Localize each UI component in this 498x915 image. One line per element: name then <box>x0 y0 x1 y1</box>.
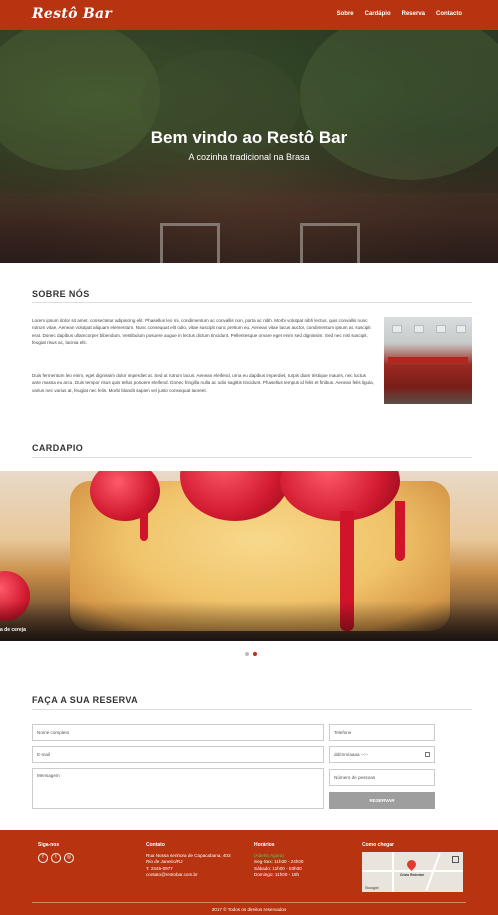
location-map[interactable]: Cristo Redentor Google <box>362 852 463 892</box>
slide-caption: a de cereja <box>0 627 26 633</box>
syrup-drip <box>140 511 148 541</box>
map-road <box>425 852 441 892</box>
hours-title: Horários <box>254 842 275 848</box>
nav-item-reserva[interactable]: Reserva <box>402 11 425 17</box>
map-pin-icon[interactable] <box>405 858 418 871</box>
carousel-shade <box>0 601 498 641</box>
message-field[interactable]: Mensagem <box>32 768 324 809</box>
carousel-dot[interactable] <box>245 652 249 656</box>
map-road <box>392 852 394 892</box>
syrup-drip <box>395 501 405 561</box>
menu-title: CARDAPIO <box>32 443 84 453</box>
footer-hours: Horários (Aberto Agora) Seg-Sex: 11h30 -… <box>254 842 303 879</box>
photo-window <box>392 325 402 333</box>
about-paragraph: Lorem ipsum dolor sit amet, consectetur … <box>32 318 371 346</box>
photo-window <box>436 325 446 333</box>
fullscreen-icon[interactable] <box>452 856 459 863</box>
hero-subtitle: A cozinha tradicional na Brasa <box>188 152 310 162</box>
twitter-icon[interactable]: t <box>51 852 61 863</box>
facebook-icon[interactable]: f <box>38 852 48 863</box>
about-paragraph: Duis fermentum leo enim, eget dignissim … <box>32 373 374 393</box>
name-field[interactable]: Nome completo <box>32 724 324 741</box>
hero-banner: Bem vindo ao Restô Bar A cozinha tradici… <box>0 30 498 263</box>
social-links: f t ◎ <box>38 852 74 863</box>
footer-social: Siga-nos f t ◎ <box>38 842 74 863</box>
carousel-indicators <box>245 652 257 656</box>
about-title: SOBRE NÓS <box>32 289 90 299</box>
map-logo: Google <box>365 885 379 890</box>
footer: Siga-nos f t ◎ Contato Rua Nossa senhora… <box>0 830 498 915</box>
divider <box>32 709 472 710</box>
restaurant-photo <box>384 317 472 404</box>
map-pin-label: Cristo Redentor <box>400 873 425 877</box>
nav-item-cardapio[interactable]: Cardápio <box>365 11 391 17</box>
photo-awning <box>388 357 468 363</box>
hero-title: Bem vindo ao Restô Bar <box>150 128 348 147</box>
carousel-dot-active[interactable] <box>253 652 257 656</box>
reserve-button[interactable]: RESERVAR <box>329 792 435 809</box>
footer-map-title: Como chegar <box>362 842 394 853</box>
footer-contact: Contato Rua Nossa senhora de Copacabana,… <box>146 842 231 879</box>
copyright: 2017 © Todos os direitos reservados <box>211 907 287 912</box>
divider <box>32 302 472 303</box>
navbar: Restô Bar Sobre Cardápio Reserva Contact… <box>0 0 498 30</box>
social-title: Siga-nos <box>38 842 60 848</box>
brand-logo[interactable]: Restô Bar <box>32 6 112 22</box>
divider <box>32 457 472 458</box>
photo-window <box>456 325 466 333</box>
hours-line: Domingo: 11h00 - 18h <box>254 872 300 877</box>
email-field[interactable]: E-mail <box>32 746 324 763</box>
main-nav: Sobre Cardápio Reserva Contacto <box>337 11 462 17</box>
map-road <box>362 870 463 872</box>
reservation-title: FAÇA A SUA RESERVA <box>32 695 139 705</box>
hours-line: Seg-Sex: 11h30 - 24h00 <box>254 859 304 864</box>
date-field[interactable]: dd/mm/aaaa --:-- <box>329 746 435 763</box>
map-title: Como chegar <box>362 842 394 848</box>
instagram-icon[interactable]: ◎ <box>64 852 74 863</box>
footer-divider <box>32 902 466 903</box>
people-field[interactable]: Número de pessoas <box>329 769 435 786</box>
date-placeholder: dd/mm/aaaa --:-- <box>334 752 369 757</box>
contact-title: Contato <box>146 842 165 848</box>
phone-field[interactable]: Telefone <box>329 724 435 741</box>
contact-email[interactable]: contato@restobar.com.br <box>146 872 231 879</box>
calendar-icon[interactable] <box>425 752 430 757</box>
nav-item-contacto[interactable]: Contacto <box>436 11 462 17</box>
photo-window <box>414 325 424 333</box>
nav-item-sobre[interactable]: Sobre <box>337 11 354 17</box>
menu-carousel[interactable] <box>0 471 498 641</box>
